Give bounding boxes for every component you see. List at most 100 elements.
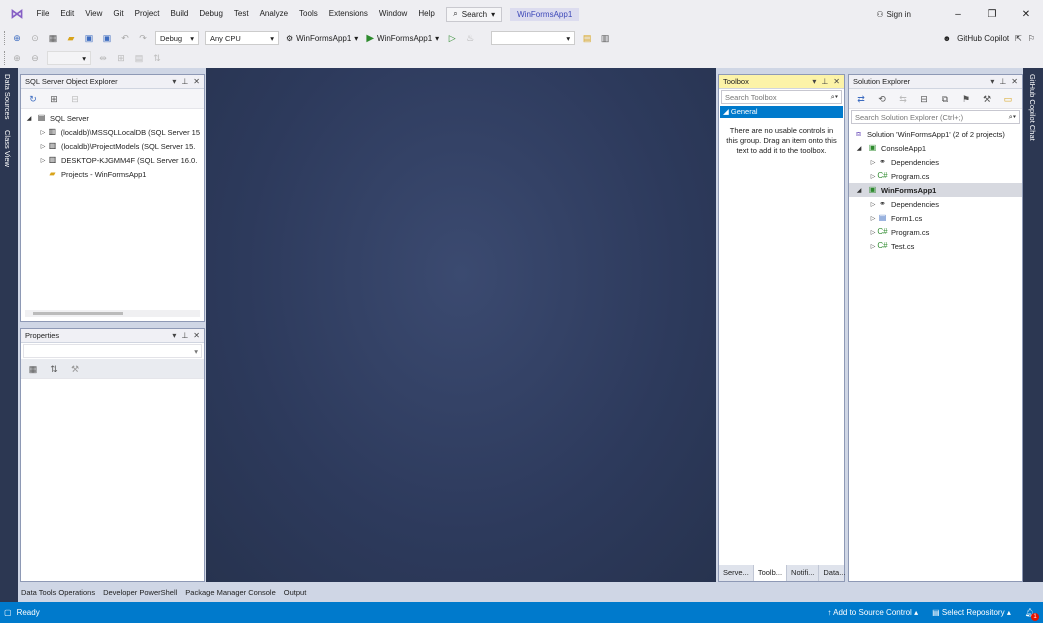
close-window-button[interactable]: ✕ — [1009, 9, 1043, 20]
history-icon[interactable]: ⟲ — [875, 92, 889, 106]
switch-views-icon[interactable]: ⇄ — [854, 92, 868, 106]
format-icon[interactable]: ⊞ — [114, 51, 128, 65]
minimize-button[interactable]: – — [941, 9, 975, 20]
start-debugging-button[interactable]: ▶ WinFormsApp1 ▾ — [366, 33, 439, 44]
close-icon[interactable]: ✕ — [193, 77, 200, 86]
toolbox-group-general[interactable]: ◢ General — [720, 106, 843, 118]
zoom-combo[interactable]: ▾ — [47, 51, 91, 65]
menu-debug[interactable]: Debug — [194, 0, 229, 28]
dropdown-icon[interactable]: ▾ — [172, 331, 176, 340]
browser-link-icon[interactable]: ▤ — [580, 31, 594, 45]
filter-icon[interactable]: ⚑ — [959, 92, 973, 106]
redo-icon[interactable]: ↷ — [136, 31, 150, 45]
expand-icon[interactable]: ▷ — [869, 243, 877, 250]
menu-view[interactable]: View — [80, 0, 108, 28]
expand-icon[interactable]: ▷ — [39, 129, 47, 136]
tree-item-projects[interactable]: ▰ Projects - WinFormsApp1 — [25, 167, 200, 181]
back-icon[interactable]: ⊕ — [10, 31, 24, 45]
menu-build[interactable]: Build — [165, 0, 194, 28]
solution-search-input[interactable]: Search Solution Explorer (Ctrl+;) ⌕▾ — [851, 110, 1020, 124]
menu-git[interactable]: Git — [108, 0, 129, 28]
save-icon[interactable]: ▣ — [82, 31, 96, 45]
dropdown-icon[interactable]: ▾ — [990, 77, 994, 86]
zoom-in-icon[interactable]: ⊕ — [10, 51, 24, 65]
pin-icon[interactable]: ⊥ — [821, 77, 828, 86]
tree-item-server[interactable]: ▷ ▥ (localdb)\MSSQLLocalDB (SQL Server 1… — [25, 125, 200, 139]
data-sources-tab[interactable]: Data Sources — [3, 74, 12, 119]
dropdown-icon[interactable]: ▾ — [812, 77, 816, 86]
hot-reload-icon[interactable]: ♨ — [463, 31, 477, 45]
tree-item-solution[interactable]: ⧈ Solution 'WinFormsApp1' (2 of 2 projec… — [849, 127, 1022, 141]
startup-project-select[interactable]: ⚙ WinFormsApp1 ▾ — [286, 34, 358, 43]
empty-combo[interactable]: ▾ — [491, 31, 576, 45]
toolbar-grip[interactable] — [4, 31, 8, 45]
property-pages-icon[interactable]: ⚒ — [68, 362, 82, 376]
tab-package-manager-console[interactable]: Package Manager Console — [185, 588, 275, 597]
align-icon[interactable]: ⇹ — [96, 51, 110, 65]
expand-icon[interactable]: ▷ — [869, 159, 877, 166]
menu-edit[interactable]: Edit — [55, 0, 80, 28]
expand-icon[interactable]: ▷ — [869, 229, 877, 236]
close-icon[interactable]: ✕ — [833, 77, 840, 86]
preview-icon[interactable]: ▭ — [1001, 92, 1015, 106]
expand-icon[interactable]: ▷ — [39, 157, 47, 164]
start-without-debugging-icon[interactable]: ▷ — [445, 31, 459, 45]
search-button[interactable]: ⌕ Search ▾ — [446, 6, 503, 22]
restore-button[interactable]: ❐ — [975, 9, 1009, 20]
sign-in-button[interactable]: ⚇ Sign in — [876, 10, 911, 19]
categorized-icon[interactable]: ▦ — [26, 362, 40, 376]
close-icon[interactable]: ✕ — [193, 331, 200, 340]
add-to-source-control-button[interactable]: ↑ Add to Source Control ▴ — [827, 608, 918, 617]
pin-icon[interactable]: ⊥ — [181, 331, 188, 340]
tab-developer-powershell[interactable]: Developer PowerShell — [103, 588, 177, 597]
copilot-button[interactable]: GitHub Copilot — [957, 34, 1009, 43]
open-file-icon[interactable]: ▰ — [64, 31, 78, 45]
menu-help[interactable]: Help — [413, 0, 440, 28]
tab-output[interactable]: Output — [284, 588, 307, 597]
pin-icon[interactable]: ⊥ — [181, 77, 188, 86]
collapse-all-icon[interactable]: ⊟ — [917, 92, 931, 106]
expand-icon[interactable]: ▷ — [869, 201, 877, 208]
tree-item-file[interactable]: ▷ C# Program.cs — [849, 169, 1022, 183]
feedback-icon[interactable]: ⚐ — [1028, 34, 1035, 43]
platform-select[interactable]: Any CPU ▾ — [205, 31, 279, 45]
window-layout-icon[interactable]: ▥ — [598, 31, 612, 45]
select-repository-button[interactable]: ▤ Select Repository ▴ — [932, 608, 1011, 617]
tree-item-project-selected[interactable]: ◢ ▣ WinFormsApp1 — [849, 183, 1022, 197]
tab-data-tools-operations[interactable]: Data Tools Operations — [21, 588, 95, 597]
menu-project[interactable]: Project — [129, 0, 165, 28]
toolbar-grip-2[interactable] — [4, 51, 8, 65]
copilot-chat-tab[interactable]: GitHub Copilot Chat — [1028, 74, 1037, 141]
collapse-icon[interactable]: ◢ — [855, 145, 863, 152]
expand-icon[interactable]: ▷ — [39, 143, 47, 150]
tree-item-file[interactable]: ▷ C# Test.cs — [849, 239, 1022, 253]
tree-item-file[interactable]: ▷ C# Program.cs — [849, 225, 1022, 239]
expand-icon[interactable]: ▷ — [869, 215, 877, 222]
tab-toolbox[interactable]: Toolb... — [753, 565, 788, 581]
save-all-icon[interactable]: ▣ — [100, 31, 114, 45]
notifications-button[interactable]: 🔔︎ 1 — [1025, 608, 1039, 621]
dropdown-icon[interactable]: ▾ — [172, 77, 176, 86]
collapse-icon[interactable]: ◢ — [855, 187, 863, 194]
tab-notifications[interactable]: Notifi... — [787, 565, 820, 581]
layout-icon[interactable]: ▤ — [132, 51, 146, 65]
sort-icon[interactable]: ⇅ — [150, 51, 164, 65]
undo-icon[interactable]: ↶ — [118, 31, 132, 45]
tree-item-file[interactable]: ▷ ▤ Form1.cs — [849, 211, 1022, 225]
alphabetical-icon[interactable]: ⇅ — [47, 362, 61, 376]
tree-item-dependencies[interactable]: ▷ ⚭ Dependencies — [849, 197, 1022, 211]
tree-item-project[interactable]: ◢ ▣ ConsoleApp1 — [849, 141, 1022, 155]
add-server-icon[interactable]: ⊞ — [47, 92, 61, 106]
pin-icon[interactable]: ⊥ — [999, 77, 1006, 86]
close-icon[interactable]: ✕ — [1011, 77, 1018, 86]
horizontal-scrollbar[interactable] — [25, 310, 200, 317]
tab-data[interactable]: Data... — [819, 565, 851, 581]
show-all-files-icon[interactable]: ⧉ — [938, 92, 952, 106]
tab-server-explorer[interactable]: Serve... — [719, 565, 754, 581]
expand-icon[interactable]: ▷ — [869, 173, 877, 180]
toolbox-search-input[interactable]: Search Toolbox ⌕▾ — [721, 90, 842, 104]
menu-window[interactable]: Window — [373, 0, 412, 28]
disconnect-icon[interactable]: ⊟ — [68, 92, 82, 106]
menu-tools[interactable]: Tools — [294, 0, 324, 28]
tree-item-sql-server[interactable]: ◢ ▤ SQL Server — [25, 111, 200, 125]
